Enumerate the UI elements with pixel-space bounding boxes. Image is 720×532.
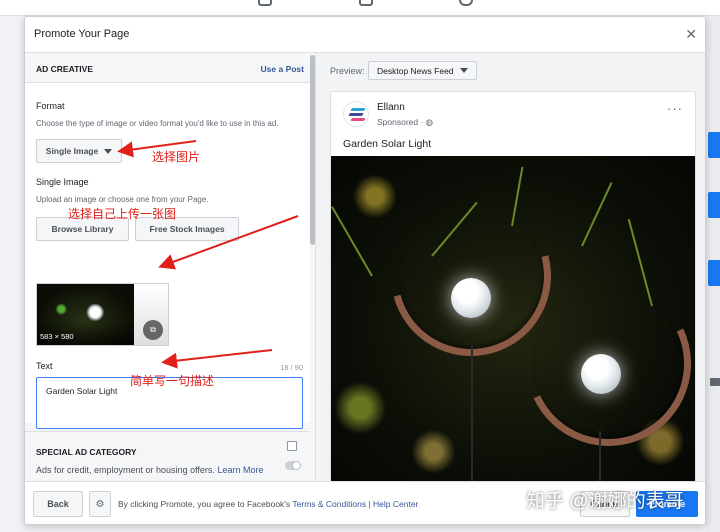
annotation-describe: 简单写一句描述 xyxy=(130,374,215,388)
globe-icon: ◍ xyxy=(425,117,434,127)
special-category-note: Ads for credit, employment or housing of… xyxy=(36,465,263,475)
facebook-top-bar xyxy=(0,0,720,16)
promote-dialog: Promote Your Page ✕ AD CREATIVE Use a Po… xyxy=(24,16,706,525)
placement-dropdown[interactable]: Desktop News Feed xyxy=(368,61,477,80)
special-note-text: Ads for credit, employment or housing of… xyxy=(36,465,215,475)
background-blue-button[interactable] xyxy=(708,260,720,286)
sponsored-text: Sponsored · xyxy=(377,117,426,127)
format-value: Single Image xyxy=(45,146,99,156)
ad-image xyxy=(331,156,695,481)
background-left xyxy=(0,16,24,532)
single-image-label: Single Image xyxy=(36,177,89,187)
dialog-title: Promote Your Page xyxy=(34,28,130,40)
sponsored-label: Sponsored · ◍ xyxy=(377,117,433,128)
caret-down-icon xyxy=(459,68,468,73)
more-icon[interactable]: ··· xyxy=(667,101,683,116)
terms-text: By clicking Promote, you agree to Facebo… xyxy=(118,499,418,509)
placement-value: Desktop News Feed xyxy=(377,65,454,76)
background-icon xyxy=(710,378,720,386)
special-category-checkbox[interactable] xyxy=(287,441,297,451)
ad-creative-header: AD CREATIVE Use a Post xyxy=(25,53,310,83)
preview-label: Preview: xyxy=(330,66,365,76)
preview-panel: Preview: Desktop News Feed Ellann Sponso… xyxy=(315,53,705,481)
annotation-choose-image: 选择图片 xyxy=(152,150,201,164)
text-label: Text xyxy=(36,361,53,371)
terms-separator: | xyxy=(366,499,374,509)
ad-creative-title: AD CREATIVE xyxy=(36,64,93,74)
use-post-link[interactable]: Use a Post xyxy=(261,64,304,74)
dialog-header: Promote Your Page ✕ xyxy=(25,17,705,53)
text-char-count: 18 / 90 xyxy=(280,363,303,372)
gear-icon[interactable]: ⚙ xyxy=(89,491,111,517)
selected-image-thumbnail[interactable]: 583 × 580 ⧉ xyxy=(36,283,169,346)
watermark: 知乎 @谢娜的表哥 xyxy=(526,491,684,512)
groups-icon[interactable] xyxy=(459,0,473,6)
background-blue-button[interactable] xyxy=(708,132,720,158)
format-dropdown[interactable]: Single Image xyxy=(36,139,122,163)
back-button[interactable]: Back xyxy=(33,491,83,517)
terms-link[interactable]: Terms & Conditions xyxy=(292,499,366,509)
ad-preview-card: Ellann Sponsored · ◍ ··· Garden Solar Li… xyxy=(330,91,696,481)
terms-prefix: By clicking Promote, you agree to Facebo… xyxy=(118,499,293,509)
format-hint: Choose the type of image or video format… xyxy=(36,119,279,128)
post-text: Garden Solar Light xyxy=(343,138,432,150)
learn-more-link[interactable]: Learn More xyxy=(217,465,263,475)
annotation-upload-image: 选择自己上传一张图 xyxy=(68,207,177,221)
page-avatar[interactable] xyxy=(343,101,369,127)
crop-edit-icon[interactable]: ⧉ xyxy=(143,320,163,340)
format-label: Format xyxy=(36,101,65,111)
friends-icon[interactable] xyxy=(359,0,373,6)
background-right xyxy=(706,16,720,532)
special-ad-category-title: SPECIAL AD CATEGORY xyxy=(36,447,137,457)
help-center-link[interactable]: Help Center xyxy=(373,499,418,509)
creative-panel: AD CREATIVE Use a Post Format Choose the… xyxy=(25,53,315,481)
special-category-toggle[interactable] xyxy=(285,461,301,470)
background-blue-button[interactable] xyxy=(708,192,720,218)
close-icon[interactable]: ✕ xyxy=(685,26,697,43)
page-name[interactable]: Ellann xyxy=(377,102,405,113)
single-image-hint: Upload an image or choose one from your … xyxy=(36,195,209,204)
home-icon[interactable] xyxy=(258,0,272,6)
caret-down-icon xyxy=(104,148,113,154)
image-dimensions: 583 × 580 xyxy=(40,332,74,341)
